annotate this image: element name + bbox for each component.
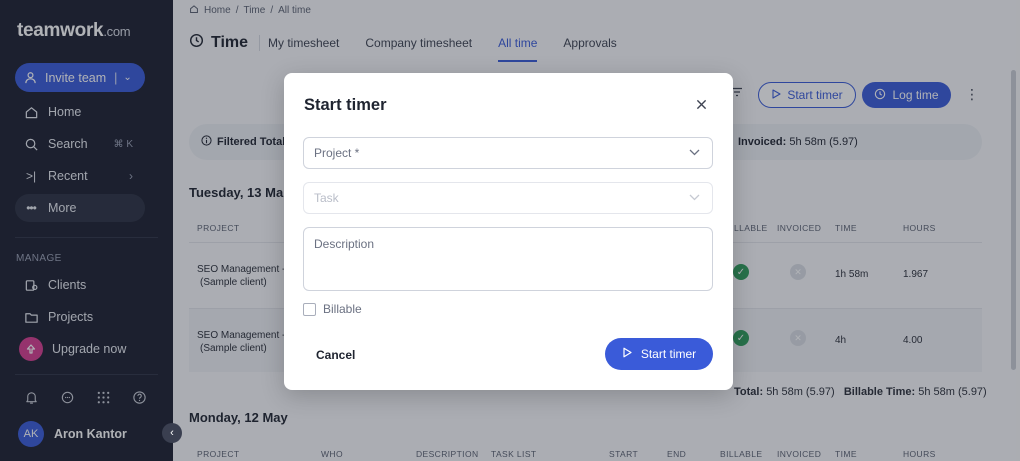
close-icon[interactable] bbox=[693, 96, 709, 112]
chevron-down-icon bbox=[689, 193, 700, 204]
start-timer-submit-label: Start timer bbox=[640, 347, 697, 361]
billable-label: Billable bbox=[323, 302, 362, 316]
start-timer-dialog: Start timer Project * Task Description B… bbox=[284, 73, 733, 390]
collapse-sidebar-button[interactable]: ‹ bbox=[162, 423, 182, 443]
dialog-title: Start timer bbox=[304, 96, 387, 114]
description-field[interactable]: Description bbox=[303, 227, 713, 291]
project-select[interactable]: Project * bbox=[303, 137, 713, 169]
start-timer-submit-button[interactable]: Start timer bbox=[605, 338, 713, 370]
project-placeholder: Project * bbox=[314, 146, 360, 160]
description-placeholder: Description bbox=[314, 237, 375, 251]
cancel-button[interactable]: Cancel bbox=[316, 348, 355, 362]
billable-checkbox[interactable] bbox=[303, 302, 316, 316]
play-icon bbox=[622, 347, 632, 361]
task-placeholder: Task bbox=[314, 191, 339, 205]
billable-checkbox-row[interactable]: Billable bbox=[303, 302, 362, 316]
chevron-down-icon bbox=[689, 148, 700, 159]
task-select[interactable]: Task bbox=[303, 182, 713, 214]
